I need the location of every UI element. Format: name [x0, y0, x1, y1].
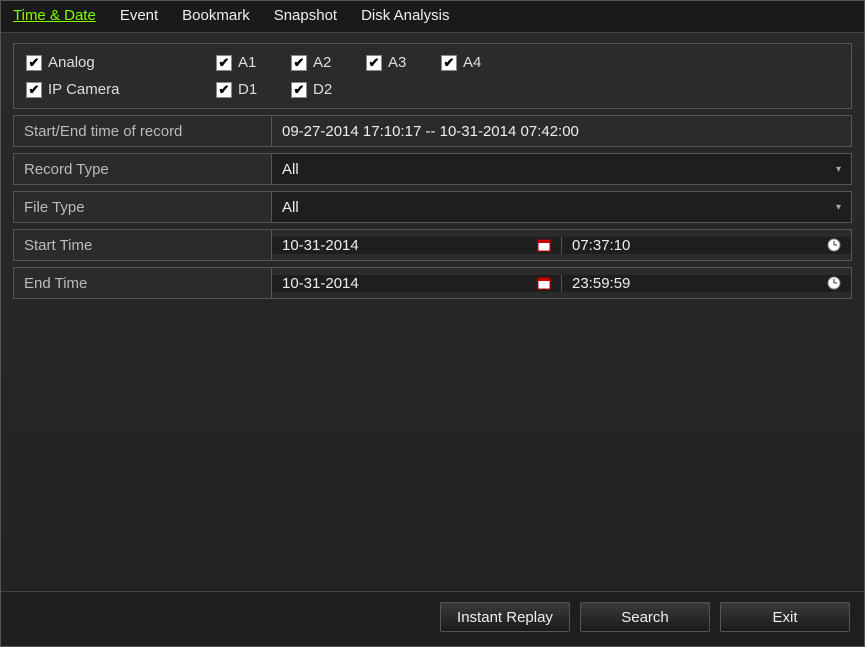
record-type-value: All [282, 161, 299, 178]
a2-label: A2 [313, 54, 331, 71]
checkbox-ip-camera[interactable] [26, 82, 42, 98]
analog-label: Analog [48, 54, 95, 71]
search-button[interactable]: Search [580, 602, 710, 632]
checkbox-analog[interactable] [26, 55, 42, 71]
file-type-label: File Type [14, 192, 272, 222]
d2-label: D2 [313, 81, 332, 98]
start-date-value: 10-31-2014 [282, 237, 359, 254]
checkbox-a3[interactable] [366, 55, 382, 71]
row-record-type: Record Type All ▾ [13, 153, 852, 185]
checkbox-a4[interactable] [441, 55, 457, 71]
empty-area [13, 305, 852, 581]
clock-icon [827, 276, 841, 290]
row-file-type: File Type All ▾ [13, 191, 852, 223]
tab-disk-analysis[interactable]: Disk Analysis [361, 5, 449, 26]
file-type-dropdown[interactable]: All ▾ [272, 192, 851, 222]
footer-bar: Instant Replay Search Exit [1, 591, 864, 646]
chevron-down-icon: ▾ [836, 202, 841, 213]
record-type-dropdown[interactable]: All ▾ [272, 154, 851, 184]
end-date-input[interactable]: 10-31-2014 [272, 275, 562, 292]
content-area: Analog A1 A2 A3 A4 [1, 33, 864, 591]
file-type-value: All [282, 199, 299, 216]
start-time-value: 07:37:10 [572, 237, 630, 254]
checkbox-d1[interactable] [216, 82, 232, 98]
exit-button[interactable]: Exit [720, 602, 850, 632]
clock-icon [827, 238, 841, 252]
start-time-label: Start Time [14, 230, 272, 260]
tab-event[interactable]: Event [120, 5, 158, 26]
tab-time-date[interactable]: Time & Date [13, 5, 96, 26]
calendar-icon [537, 238, 551, 252]
a4-label: A4 [463, 54, 481, 71]
record-range-label: Start/End time of record [14, 116, 272, 146]
row-start-time: Start Time 10-31-2014 07:37:10 [13, 229, 852, 261]
row-record-range: Start/End time of record 09-27-2014 17:1… [13, 115, 852, 147]
ip-row: IP Camera D1 D2 [26, 81, 839, 98]
channel-panel: Analog A1 A2 A3 A4 [13, 43, 852, 109]
start-date-input[interactable]: 10-31-2014 [272, 237, 562, 254]
end-time-label: End Time [14, 268, 272, 298]
tab-bar: Time & Date Event Bookmark Snapshot Disk… [1, 1, 864, 33]
tab-bookmark[interactable]: Bookmark [182, 5, 250, 26]
record-type-label: Record Type [14, 154, 272, 184]
calendar-icon [537, 276, 551, 290]
d1-label: D1 [238, 81, 257, 98]
analog-row: Analog A1 A2 A3 A4 [26, 54, 839, 71]
chevron-down-icon: ▾ [836, 164, 841, 175]
checkbox-a2[interactable] [291, 55, 307, 71]
a1-label: A1 [238, 54, 256, 71]
checkbox-a1[interactable] [216, 55, 232, 71]
start-time-input[interactable]: 07:37:10 [562, 237, 851, 254]
checkbox-d2[interactable] [291, 82, 307, 98]
instant-replay-button[interactable]: Instant Replay [440, 602, 570, 632]
record-range-value: 09-27-2014 17:10:17 -- 10-31-2014 07:42:… [272, 123, 851, 140]
end-date-value: 10-31-2014 [282, 275, 359, 292]
ip-camera-label: IP Camera [48, 81, 119, 98]
end-time-value: 23:59:59 [572, 275, 630, 292]
end-time-input[interactable]: 23:59:59 [562, 275, 851, 292]
playback-search-window: Time & Date Event Bookmark Snapshot Disk… [0, 0, 865, 647]
row-end-time: End Time 10-31-2014 23:59:59 [13, 267, 852, 299]
tab-snapshot[interactable]: Snapshot [274, 5, 337, 26]
a3-label: A3 [388, 54, 406, 71]
